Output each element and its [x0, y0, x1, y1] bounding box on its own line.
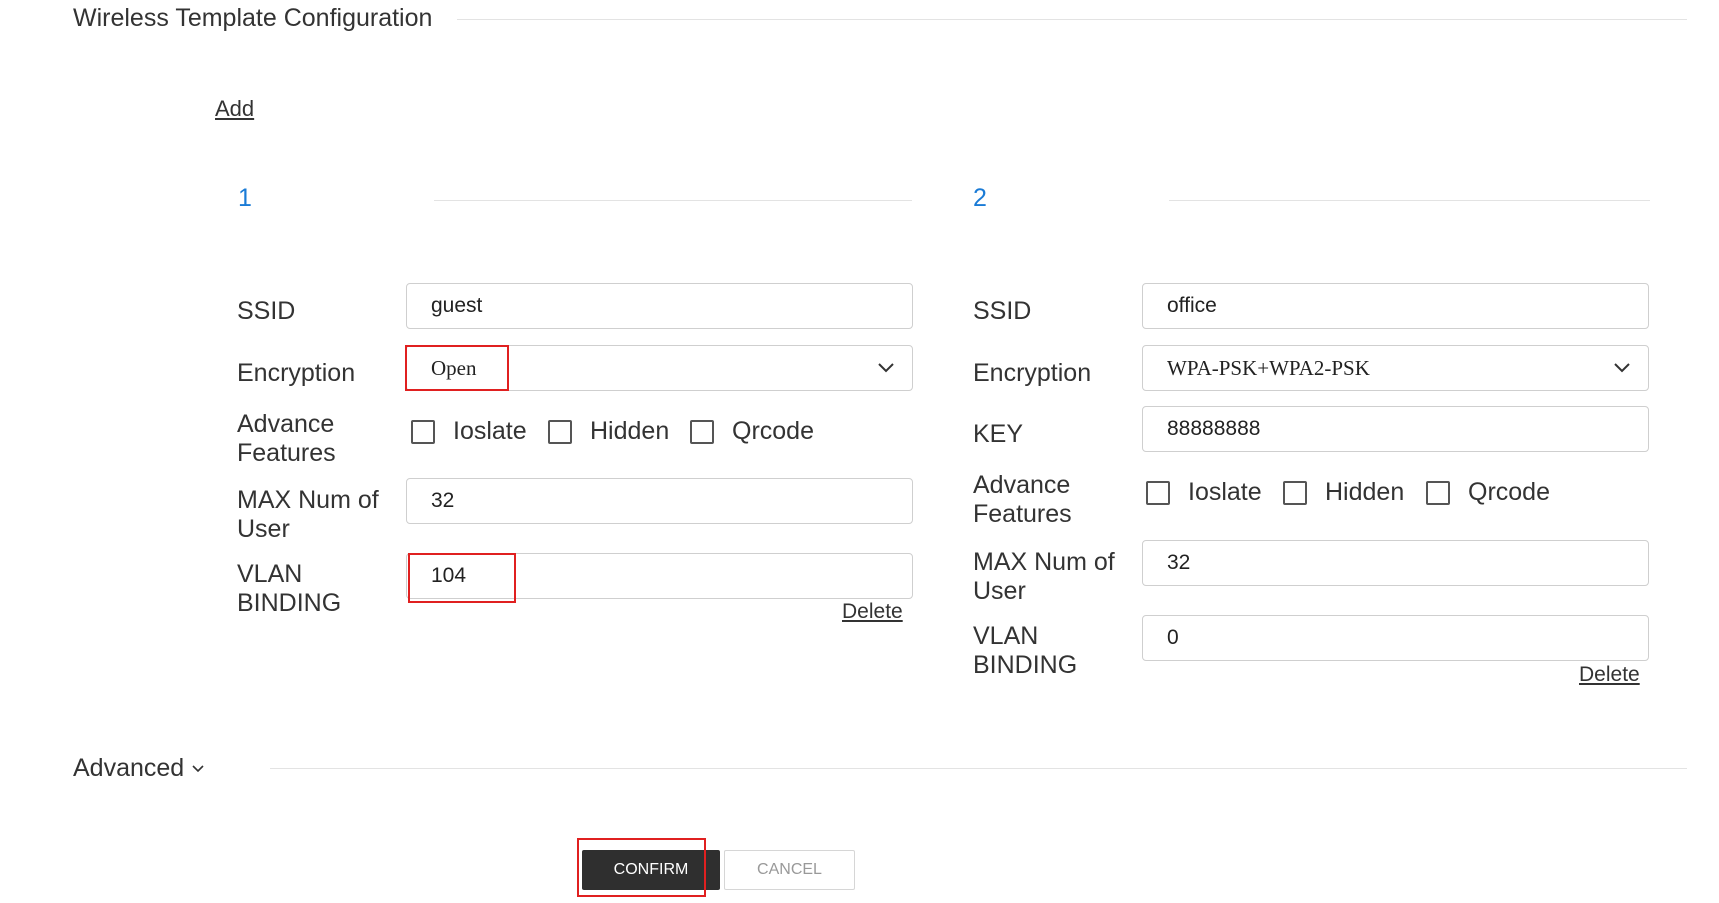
advance-label-line2-1: Features	[237, 439, 336, 467]
ssid-label-1: SSID	[237, 297, 296, 325]
ioslate-label-2: Ioslate	[1188, 478, 1262, 506]
ssid-input-2[interactable]: office	[1142, 283, 1649, 329]
qrcode-label-2: Qrcode	[1468, 478, 1550, 506]
delete-link-2[interactable]: Delete	[1579, 663, 1640, 687]
vlan-label-line2-2: BINDING	[973, 651, 1078, 679]
confirm-button[interactable]: CONFIRM	[582, 850, 720, 890]
max-user-input-1[interactable]: 32	[406, 478, 913, 524]
encryption-value-2: WPA-PSK+WPA2-PSK	[1167, 356, 1370, 380]
chevron-down-icon	[878, 363, 894, 373]
qrcode-checkbox-1[interactable]	[690, 420, 714, 444]
max-user-label-line2-1: User	[237, 515, 290, 543]
cancel-button[interactable]: CANCEL	[724, 850, 855, 890]
ssid-input-1[interactable]: guest	[406, 283, 913, 329]
chevron-down-icon	[1614, 363, 1630, 373]
group-number-1: 1	[238, 184, 252, 212]
advanced-toggle[interactable]: Advanced	[73, 754, 205, 783]
group-divider-2	[1169, 200, 1650, 201]
max-user-label-1: MAX Num of User	[237, 486, 379, 544]
vlan-label-1: VLAN BINDING	[237, 560, 341, 618]
encryption-select-2[interactable]: WPA-PSK+WPA2-PSK	[1142, 345, 1649, 391]
vlan-label-line1-1: VLAN	[237, 560, 303, 588]
vlan-label-line1-2: VLAN	[973, 622, 1039, 650]
key-label-2: KEY	[973, 420, 1024, 448]
vlan-input-2[interactable]: 0	[1142, 615, 1649, 661]
advance-label-line1-2: Advance	[973, 471, 1071, 499]
encryption-value-1: Open	[431, 356, 477, 380]
advanced-divider	[270, 768, 1687, 769]
ioslate-checkbox-1[interactable]	[411, 420, 435, 444]
qrcode-checkbox-2[interactable]	[1426, 481, 1450, 505]
ioslate-label-1: Ioslate	[453, 417, 527, 445]
title-divider	[457, 19, 1687, 20]
max-user-label-2: MAX Num of User	[973, 548, 1115, 606]
ssid-label-2: SSID	[973, 297, 1032, 325]
ioslate-checkbox-2[interactable]	[1146, 481, 1170, 505]
max-user-label-line2-2: User	[973, 577, 1026, 605]
encryption-select-1[interactable]: Open	[406, 345, 913, 391]
page-title: Wireless Template Configuration	[73, 4, 433, 32]
hidden-label-1: Hidden	[590, 417, 670, 445]
vlan-input-1[interactable]: 104	[406, 553, 913, 599]
encryption-label-1: Encryption	[237, 359, 356, 387]
advanced-label: Advanced	[73, 754, 185, 782]
add-link[interactable]: Add	[215, 96, 254, 122]
hidden-checkbox-1[interactable]	[548, 420, 572, 444]
advance-features-label-1: Advance Features	[237, 410, 336, 468]
key-input-2[interactable]: 88888888	[1142, 406, 1649, 452]
advance-label-line2-2: Features	[973, 500, 1072, 528]
max-user-label-line1-2: MAX Num of	[973, 548, 1115, 576]
hidden-label-2: Hidden	[1325, 478, 1405, 506]
max-user-label-line1-1: MAX Num of	[237, 486, 379, 514]
vlan-label-2: VLAN BINDING	[973, 622, 1077, 680]
advance-label-line1-1: Advance	[237, 410, 335, 438]
advance-features-label-2: Advance Features	[973, 471, 1072, 529]
group-number-2: 2	[973, 184, 987, 212]
delete-link-1[interactable]: Delete	[842, 600, 903, 624]
group-divider-1	[434, 200, 912, 201]
hidden-checkbox-2[interactable]	[1283, 481, 1307, 505]
max-user-input-2[interactable]: 32	[1142, 540, 1649, 586]
encryption-label-2: Encryption	[973, 359, 1092, 387]
vlan-label-line2-1: BINDING	[237, 589, 342, 617]
qrcode-label-1: Qrcode	[732, 417, 814, 445]
chevron-down-icon	[192, 765, 204, 773]
